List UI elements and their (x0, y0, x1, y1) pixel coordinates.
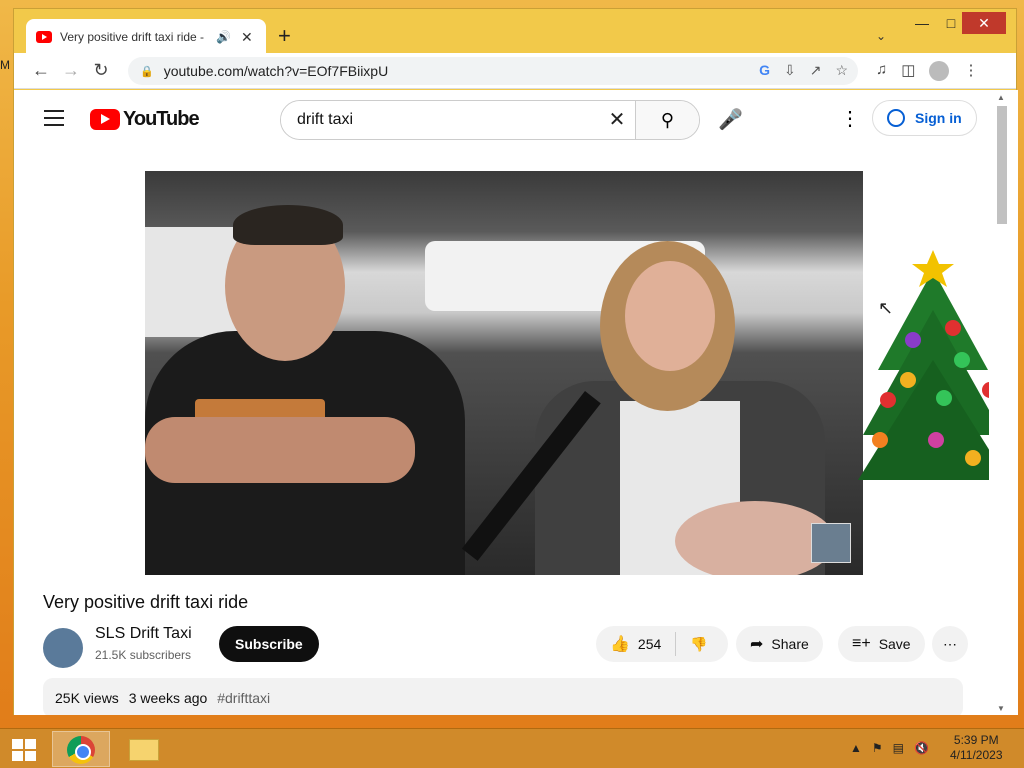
speaker-icon[interactable]: 🔊 (216, 30, 231, 44)
install-icon[interactable]: ⇩ (784, 62, 796, 79)
taskbar: ▲ ⚑ ▤ 🔇 5:39 PM 4/11/2023 (0, 728, 1024, 768)
like-count: 254 (637, 636, 662, 652)
thumbs-up-icon: 👍 (610, 636, 630, 653)
bookmark-star-icon[interactable]: ☆ (835, 62, 848, 79)
account-icon (887, 109, 905, 127)
chrome-icon (67, 736, 95, 764)
like-button[interactable]: 👍 254 (596, 626, 675, 662)
more-actions-button[interactable]: ⋯ (932, 626, 968, 662)
microphone-icon[interactable]: 🎤 (718, 107, 743, 132)
youtube-header: YouTube ✕ ⚲ 🎤 ⋮ Sign in (14, 90, 989, 146)
media-control-icon[interactable]: ♫ (876, 61, 887, 81)
channel-watermark[interactable] (811, 523, 851, 563)
description-box[interactable]: 25K views 3 weeks ago #drifttaxi (43, 678, 963, 715)
like-dislike-group: 👍 254 👎 (596, 626, 728, 662)
system-clock[interactable]: 5:39 PM 4/11/2023 (950, 733, 1003, 763)
youtube-logo-text: YouTube (123, 108, 200, 130)
share-page-icon[interactable]: ↗ (810, 62, 822, 79)
save-label: Save (878, 636, 911, 652)
sign-in-label: Sign in (915, 110, 962, 126)
page-scrollbar[interactable]: ▲ ▼ (989, 90, 1018, 715)
system-tray: ▲ ⚑ ▤ 🔇 (850, 741, 929, 755)
youtube-favicon-icon (36, 31, 52, 43)
publish-date: 3 weeks ago (128, 690, 208, 706)
tab-search-chevron-icon[interactable]: ⌄ (876, 29, 886, 43)
tab-title: Very positive drift taxi ride - (60, 30, 205, 44)
channel-name[interactable]: SLS Drift Taxi (95, 625, 192, 643)
minimize-button[interactable]: — (907, 12, 937, 34)
more-horizontal-icon: ⋯ (943, 635, 957, 652)
network-icon[interactable]: ▤ (893, 741, 904, 755)
chrome-menu-icon[interactable]: ⋮ (963, 61, 978, 81)
windows-start-icon[interactable] (12, 739, 36, 761)
add-to-playlist-icon: ≡+ (852, 635, 871, 652)
sign-in-button[interactable]: Sign in (872, 100, 977, 136)
thumbs-down-icon: 👎 (690, 635, 708, 652)
scroll-thumb[interactable] (997, 106, 1007, 224)
browser-toolbar: ← → ↻ 🔒 youtube.com/watch?v=EOf7FBiixpU … (14, 53, 1016, 89)
youtube-logo-icon (90, 109, 120, 130)
scroll-down-arrow-icon[interactable]: ▼ (997, 704, 1005, 713)
profile-avatar-icon[interactable] (929, 61, 950, 81)
video-player[interactable] (145, 171, 863, 575)
close-window-button[interactable]: ✕ (962, 12, 1006, 34)
back-arrow-icon[interactable]: ← (26, 60, 56, 81)
search-icon: ⚲ (660, 110, 675, 130)
volume-muted-icon[interactable]: 🔇 (914, 741, 929, 755)
video-frame-driver (145, 205, 475, 575)
action-center-flag-icon[interactable]: ⚑ (872, 741, 883, 755)
subscribe-button[interactable]: Subscribe (219, 626, 319, 662)
google-lens-icon[interactable]: G (759, 62, 770, 79)
folder-icon (129, 739, 159, 761)
lock-icon: 🔒 (140, 65, 154, 78)
reload-icon[interactable]: ↻ (86, 60, 116, 81)
search-box: ✕ ⚲ (280, 100, 700, 140)
share-icon: ➦ (750, 636, 764, 653)
share-button[interactable]: ➦ Share (736, 626, 823, 662)
tab-close-icon[interactable]: ✕ (241, 29, 253, 46)
dislike-button[interactable]: 👎 (676, 626, 721, 662)
hashtag-link[interactable]: #drifttaxi (217, 690, 270, 706)
settings-more-icon[interactable]: ⋮ (840, 106, 860, 131)
new-tab-button[interactable]: + (278, 23, 291, 49)
search-button[interactable]: ⚲ (635, 101, 699, 139)
browser-tab[interactable]: Very positive drift taxi ride - 🔊 ✕ (26, 19, 266, 55)
youtube-logo[interactable]: YouTube (90, 108, 200, 131)
taskbar-chrome[interactable] (52, 731, 110, 767)
address-bar[interactable]: 🔒 youtube.com/watch?v=EOf7FBiixpU G ⇩ ↗ … (128, 57, 858, 85)
video-title: Very positive drift taxi ride (43, 592, 249, 612)
url-text[interactable]: youtube.com/watch?v=EOf7FBiixpU (164, 63, 389, 79)
view-count: 25K views (55, 690, 119, 706)
title-bar: Very positive drift taxi ride - 🔊 ✕ + ⌄ … (14, 9, 1016, 55)
taskbar-file-explorer[interactable] (114, 731, 172, 767)
clock-time: 5:39 PM (953, 733, 999, 747)
clear-search-icon[interactable]: ✕ (599, 101, 635, 139)
save-button[interactable]: ≡+ Save (838, 626, 925, 662)
share-label: Share (771, 636, 809, 652)
forward-arrow-icon[interactable]: → (56, 60, 86, 81)
scroll-up-arrow-icon[interactable]: ▲ (997, 93, 1005, 102)
christmas-tree-decoration (858, 250, 989, 480)
side-panel-icon[interactable]: ◫ (901, 61, 915, 81)
subscriber-count: 21.5K subscribers (95, 648, 192, 662)
chrome-window: Very positive drift taxi ride - 🔊 ✕ + ⌄ … (13, 8, 1018, 715)
mouse-cursor-icon: ↖ (878, 298, 894, 318)
channel-avatar[interactable] (43, 628, 83, 668)
show-hidden-icons-icon[interactable]: ▲ (850, 741, 862, 755)
search-input[interactable] (281, 101, 599, 139)
clock-date: 4/11/2023 (950, 748, 1003, 762)
menu-icon[interactable] (44, 110, 64, 131)
youtube-page: YouTube ✕ ⚲ 🎤 ⋮ Sign in (14, 90, 989, 715)
desktop-icon-fragment: M (0, 58, 10, 72)
